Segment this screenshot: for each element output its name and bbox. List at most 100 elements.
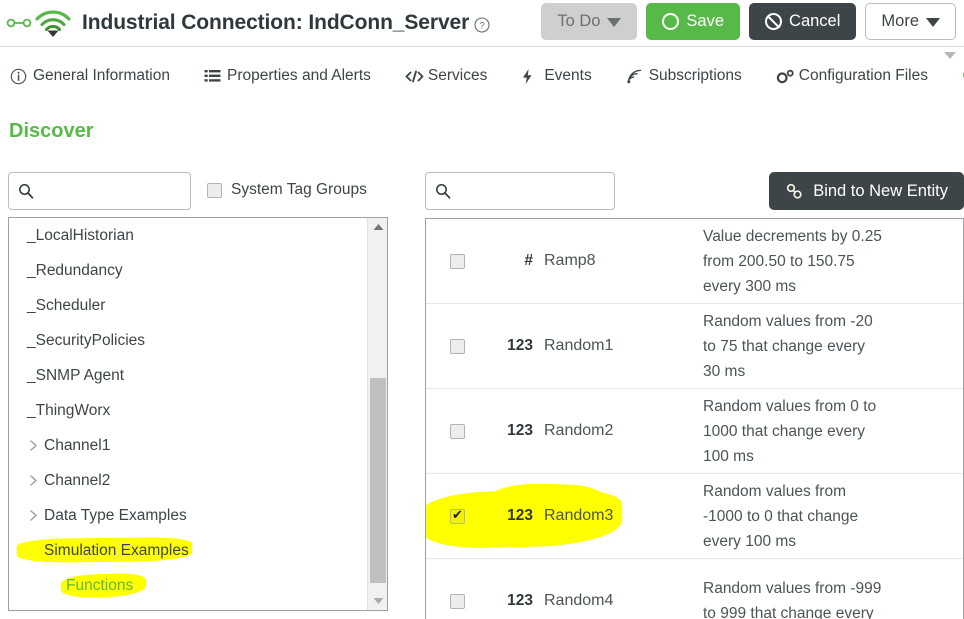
tree-item--securitypolicies[interactable]: _SecurityPolicies	[9, 323, 366, 358]
tag-description-line: every 100 ms	[703, 529, 951, 554]
list-icon	[204, 68, 221, 85]
tree-item-label: _Redundancy	[27, 262, 123, 280]
tab-label: Subscriptions	[649, 67, 742, 85]
tree-scrollbar[interactable]	[367, 218, 387, 610]
header-actions: To Do Save Cancel More	[541, 3, 956, 40]
scrollbar-thumb[interactable]	[370, 378, 386, 583]
collapse-chevron-down-icon[interactable]	[943, 47, 957, 56]
tag-checkbox-cell[interactable]	[426, 424, 489, 439]
todo-button[interactable]: To Do	[541, 3, 637, 40]
tab-events[interactable]: Events	[521, 67, 607, 85]
tree-item--thingworx[interactable]: _ThingWorx	[9, 393, 366, 428]
chevron-right-icon[interactable]	[27, 509, 40, 522]
info-circle-icon	[10, 68, 27, 85]
tag-description-line: to 999 that change every	[703, 601, 951, 619]
page-title-text: Industrial Connection: IndConn_Server	[82, 11, 469, 35]
ban-icon	[765, 13, 782, 30]
svg-text:?: ?	[480, 21, 485, 32]
discover-page: Industrial Connection: IndConn_Server ? …	[0, 0, 964, 619]
system-tag-groups-checkbox-row[interactable]: System Tag Groups	[207, 181, 367, 199]
tab-bar: General Information Properties and Alerts…	[0, 58, 964, 94]
tag-description: Random values from -20to 75 that change …	[703, 309, 963, 384]
chevron-right-icon[interactable]	[27, 439, 40, 452]
tag-datatype-icon: 123	[489, 592, 533, 610]
tag-row[interactable]: 123Random1Random values from -20to 75 th…	[426, 304, 963, 389]
tree-item-simulation-examples[interactable]: Simulation Examples	[9, 533, 366, 568]
tag-checkbox-cell[interactable]	[426, 509, 489, 524]
help-circle-icon[interactable]: ?	[474, 17, 490, 33]
tree-item-channel1[interactable]: Channel1	[9, 428, 366, 463]
more-button[interactable]: More	[865, 3, 956, 40]
tag-description: Value decrements by 0.25from 200.50 to 1…	[703, 224, 963, 299]
tag-search-input[interactable]	[451, 173, 658, 209]
tab-subscriptions[interactable]: Subscriptions	[626, 67, 758, 85]
lightning-bolt-icon	[521, 68, 538, 85]
header-divider	[0, 46, 964, 47]
scroll-up-arrow-icon[interactable]	[368, 218, 388, 236]
search-icon	[18, 183, 34, 199]
tree-item-functions[interactable]: Functions	[9, 568, 366, 603]
tag-row[interactable]: 123Random4Random values from -999to 999 …	[426, 559, 963, 619]
tag-row[interactable]: #Ramp8Value decrements by 0.25from 200.5…	[426, 219, 963, 304]
tab-label: Events	[544, 67, 591, 85]
tree-item--localhistorian[interactable]: _LocalHistorian	[9, 218, 366, 253]
tag-checkbox[interactable]	[450, 594, 465, 609]
tag-description-line: to 75 that change every	[703, 334, 951, 359]
system-tag-groups-label: System Tag Groups	[231, 181, 367, 199]
tag-checkbox[interactable]	[450, 424, 465, 439]
search-icon	[435, 183, 451, 199]
tag-checkbox-cell[interactable]	[426, 254, 489, 269]
broadcast-icon	[626, 68, 643, 85]
tag-datatype-icon: #	[489, 252, 533, 270]
tab-general-information[interactable]: General Information	[10, 67, 186, 85]
tree-item-label: _SNMP Agent	[27, 367, 124, 385]
tag-checkbox[interactable]	[450, 339, 465, 354]
tag-description: Random values from -999to 999 that chang…	[703, 576, 963, 619]
tree-item--snmp-agent[interactable]: _SNMP Agent	[9, 358, 366, 393]
tree-item-label: _LocalHistorian	[27, 227, 134, 245]
tag-name: Random2	[533, 422, 703, 440]
tag-browser-panel: System Tag Groups _LocalHistorian_Redund…	[8, 172, 388, 210]
tree-item--scheduler[interactable]: _Scheduler	[9, 288, 366, 323]
system-tag-groups-checkbox[interactable]	[207, 183, 222, 198]
tag-checkbox-cell[interactable]	[426, 339, 489, 354]
tree-item--redundancy[interactable]: _Redundancy	[9, 253, 366, 288]
tree-item-data-type-examples[interactable]: Data Type Examples	[9, 498, 366, 533]
tree-item-label: Channel1	[44, 437, 110, 455]
tag-checkbox-cell[interactable]	[426, 594, 489, 609]
tag-description-line: 30 ms	[703, 359, 951, 384]
chevron-right-icon[interactable]	[27, 474, 40, 487]
tree-search-box[interactable]	[8, 172, 191, 210]
tree-item-label: Channel2	[44, 472, 110, 490]
save-button-label: Save	[686, 12, 724, 31]
tag-name: Random4	[533, 592, 703, 610]
tree-item-label: Simulation Examples	[44, 542, 189, 560]
bind-to-new-entity-button[interactable]: Bind to New Entity	[769, 172, 964, 210]
tag-checkbox[interactable]	[450, 509, 465, 524]
tag-description-line: 100 ms	[703, 444, 951, 469]
tag-description-line: from 200.50 to 150.75	[703, 249, 951, 274]
tag-search-box[interactable]	[425, 172, 615, 210]
tab-properties-and-alerts[interactable]: Properties and Alerts	[204, 67, 387, 85]
tag-row[interactable]: 123Random3Random values from-1000 to 0 t…	[426, 474, 963, 559]
chevron-down-icon[interactable]	[27, 544, 40, 557]
tag-row[interactable]: 123Random2Random values from 0 to1000 th…	[426, 389, 963, 474]
tag-checkbox[interactable]	[450, 254, 465, 269]
gears-icon	[776, 68, 793, 85]
tab-label: Services	[428, 67, 487, 85]
tag-table: #Ramp8Value decrements by 0.25from 200.5…	[425, 218, 964, 619]
tag-description-line: Random values from	[703, 479, 951, 504]
scroll-down-arrow-icon[interactable]	[368, 592, 388, 610]
tag-tree: _LocalHistorian _Redundancy _Scheduler_Sec…	[8, 217, 388, 611]
tag-name: Random1	[533, 337, 703, 355]
tag-name: Ramp8	[533, 252, 703, 270]
tree-item-channel2[interactable]: Channel2	[9, 463, 366, 498]
code-brackets-icon	[405, 68, 422, 85]
bind-to-new-entity-label: Bind to New Entity	[813, 182, 948, 201]
more-button-label: More	[881, 12, 919, 31]
cancel-button[interactable]: Cancel	[749, 3, 856, 40]
cancel-button-label: Cancel	[789, 12, 840, 31]
save-button[interactable]: Save	[646, 3, 740, 40]
tab-services[interactable]: Services	[405, 67, 503, 85]
tab-configuration-files[interactable]: Configuration Files	[776, 67, 944, 85]
